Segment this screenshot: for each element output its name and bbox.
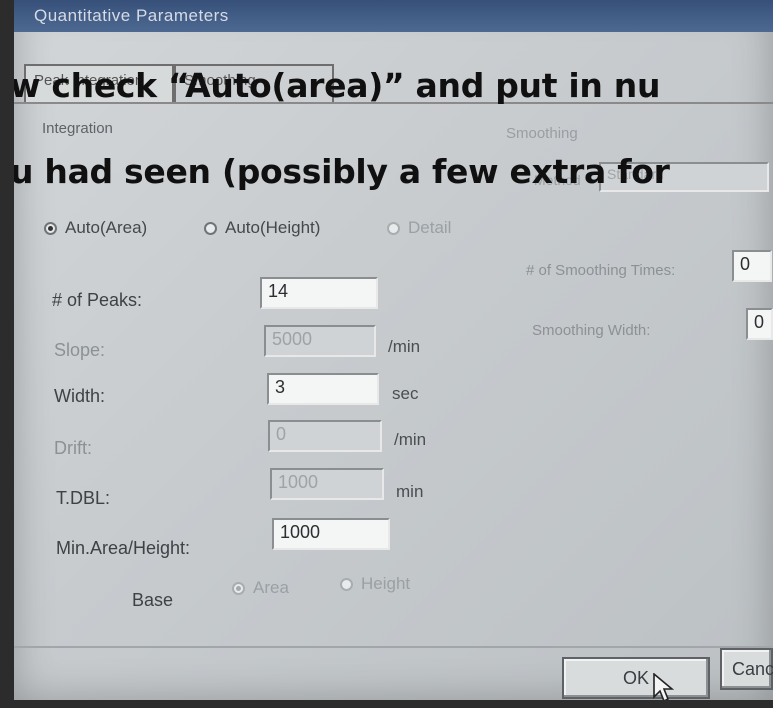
peaks-input[interactable]: 14 xyxy=(260,277,378,309)
smoothing-width-label: Smoothing Width: xyxy=(532,322,651,339)
radio-auto-height[interactable]: Auto(Height) xyxy=(204,218,320,238)
footer-divider xyxy=(14,646,773,648)
radio-label: Area xyxy=(253,578,289,597)
radio-button-icon xyxy=(204,221,217,235)
tdbl-unit: min xyxy=(396,482,424,501)
cancel-button-label: Canc xyxy=(732,658,773,679)
dialog-photo: Quantitative Parameters Peak Integration… xyxy=(14,0,773,700)
smoothing-times-label: # of Smoothing Times: xyxy=(526,262,676,279)
min-area-input[interactable]: 1000 xyxy=(272,518,390,550)
radio-base-height[interactable]: Height xyxy=(340,574,410,594)
drift-input[interactable]: 0 xyxy=(268,420,382,452)
smoothing-group-label: Smoothing xyxy=(506,125,578,142)
radio-label: Auto(Height) xyxy=(225,218,321,237)
drift-label: Drift: xyxy=(54,438,92,458)
radio-button-icon xyxy=(387,221,400,235)
tdbl-input[interactable]: 1000 xyxy=(270,468,384,500)
radio-label: Height xyxy=(361,574,411,593)
width-unit: sec xyxy=(392,384,419,403)
width-label: Width: xyxy=(54,386,106,406)
smoothing-times-input[interactable]: 0 xyxy=(732,250,772,282)
dialog-title: Quantitative Parameters xyxy=(34,6,229,25)
mouse-cursor-icon xyxy=(653,673,674,700)
smoothing-width-input[interactable]: 0 xyxy=(746,308,773,340)
slope-input[interactable]: 5000 xyxy=(264,325,376,357)
cancel-button[interactable]: Canc xyxy=(720,648,773,690)
caption-line-1: w check “Auto(area)” and put in nu xyxy=(14,66,661,105)
width-input[interactable]: 3 xyxy=(267,373,379,405)
slope-label: Slope: xyxy=(54,340,106,360)
dialog-titlebar: Quantitative Parameters xyxy=(14,0,773,32)
radio-detail[interactable]: Detail xyxy=(387,218,451,238)
tdbl-label: T.DBL: xyxy=(56,488,111,508)
radio-button-icon xyxy=(340,577,353,591)
min-area-label: Min.Area/Height: xyxy=(56,538,191,558)
radio-label: Detail xyxy=(408,218,452,237)
integration-group-label: Integration xyxy=(42,120,113,137)
base-label: Base xyxy=(132,590,174,610)
radio-button-icon xyxy=(44,221,57,235)
radio-base-area[interactable]: Area xyxy=(232,578,289,598)
caption-line-2: u had seen (possibly a few extra for xyxy=(14,152,670,191)
radio-button-icon xyxy=(232,581,245,595)
radio-auto-area[interactable]: Auto(Area) xyxy=(44,218,147,238)
slope-unit: /min xyxy=(388,337,421,356)
radio-label: Auto(Area) xyxy=(65,218,148,237)
ok-button[interactable]: OK xyxy=(562,657,710,700)
drift-unit: /min xyxy=(394,430,427,449)
ok-button-label: OK xyxy=(622,667,649,688)
peaks-label: # of Peaks: xyxy=(52,290,143,310)
